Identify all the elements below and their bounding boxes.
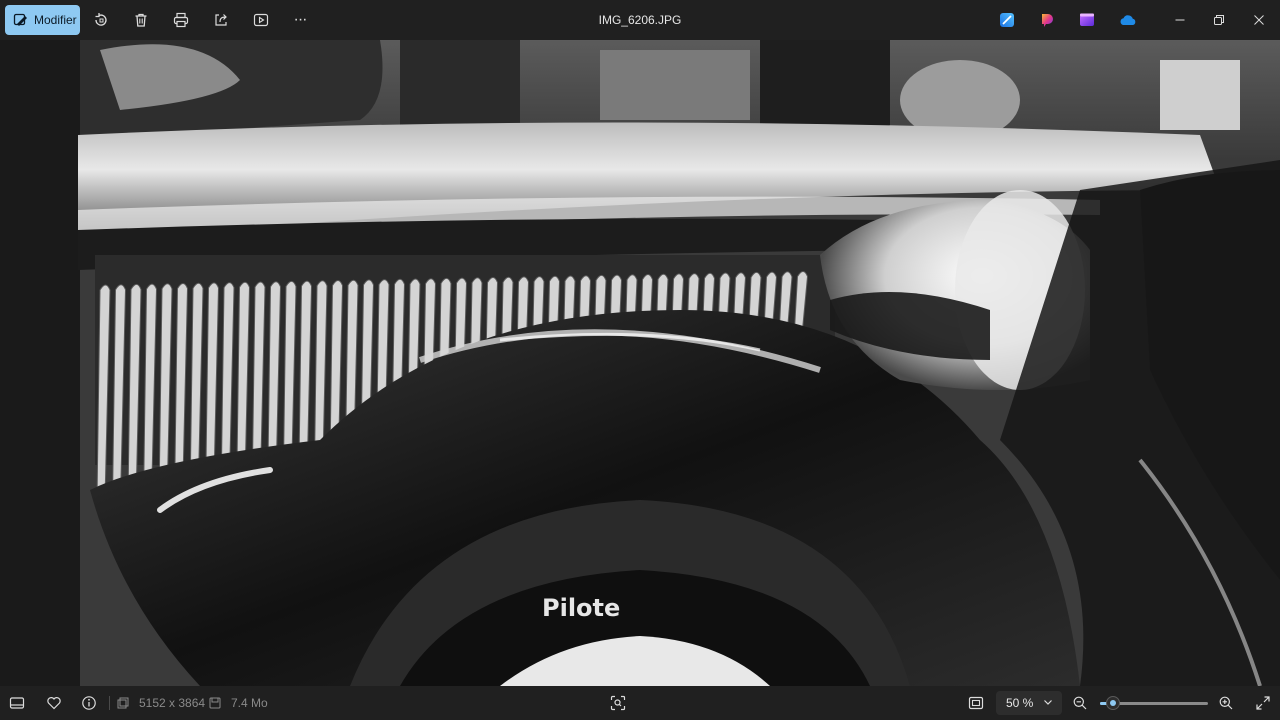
status-bar: 5152 x 3864 7.4 Mo 50 % — [0, 686, 1280, 720]
rotate-icon — [95, 13, 107, 26]
fit-window-button[interactable] — [967, 694, 985, 712]
minimize-button[interactable] — [1160, 0, 1200, 40]
visual-search-icon — [610, 695, 626, 711]
edit-button-label: Modifier — [34, 13, 77, 27]
tire-brand-text: Pilote — [542, 594, 620, 622]
share-button[interactable] — [211, 10, 231, 30]
fullscreen-button[interactable] — [1254, 694, 1272, 712]
zoom-slider-thumb[interactable] — [1105, 696, 1120, 710]
image-dimensions: 5152 x 3864 — [139, 696, 206, 710]
zoom-in-button[interactable] — [1217, 694, 1235, 712]
rotate-button[interactable] — [91, 10, 111, 30]
fullscreen-icon — [1256, 696, 1270, 710]
separator — [109, 696, 110, 710]
favorite-button[interactable] — [45, 694, 63, 712]
close-button[interactable] — [1239, 0, 1279, 40]
restore-button[interactable] — [1199, 0, 1239, 40]
top-toolbar: Modifier ··· IMG_6206.JPG — [0, 0, 1280, 40]
filesize-icon — [208, 694, 222, 712]
slideshow-button[interactable] — [251, 10, 271, 30]
copilot-icon — [1042, 14, 1053, 27]
zoom-slider[interactable] — [1100, 696, 1208, 710]
info-icon — [82, 696, 96, 710]
dimensions-icon — [116, 694, 130, 712]
zoom-out-icon — [1073, 696, 1087, 710]
more-icon: ··· — [293, 11, 308, 28]
share-icon — [215, 14, 227, 26]
info-button[interactable] — [80, 694, 98, 712]
clipchamp-button[interactable] — [1079, 12, 1095, 28]
designer-button[interactable] — [999, 12, 1015, 28]
filmstrip-icon — [9, 697, 25, 709]
restore-icon — [1214, 15, 1224, 25]
clipchamp-icon — [1080, 13, 1094, 26]
edit-image-icon — [13, 13, 27, 26]
onedrive-icon — [1120, 15, 1136, 25]
edit-button[interactable]: Modifier — [5, 5, 80, 35]
copilot-button[interactable] — [1039, 12, 1055, 28]
delete-icon — [135, 13, 147, 27]
file-size: 7.4 Mo — [231, 696, 268, 710]
close-icon — [1254, 15, 1264, 25]
more-button[interactable]: ··· — [290, 10, 310, 30]
designer-icon — [1000, 13, 1014, 27]
onedrive-button[interactable] — [1119, 12, 1137, 28]
photo-viewer[interactable]: Pilote — [0, 40, 1280, 686]
print-button[interactable] — [171, 10, 191, 30]
car-photo: Pilote — [0, 40, 1280, 686]
zoom-out-button[interactable] — [1071, 694, 1089, 712]
slideshow-icon — [253, 13, 269, 27]
filmstrip-button[interactable] — [8, 694, 26, 712]
zoom-level-value: 50 % — [1006, 696, 1034, 710]
zoom-level-dropdown[interactable]: 50 % — [996, 691, 1062, 715]
favorite-icon — [47, 697, 61, 710]
delete-button[interactable] — [131, 10, 151, 30]
zoom-in-icon — [1219, 696, 1233, 710]
fit-window-icon — [968, 696, 984, 710]
visual-search-button[interactable] — [609, 694, 627, 712]
chevron-down-icon — [1044, 700, 1052, 705]
print-icon — [173, 12, 189, 28]
minimize-icon — [1175, 19, 1185, 21]
